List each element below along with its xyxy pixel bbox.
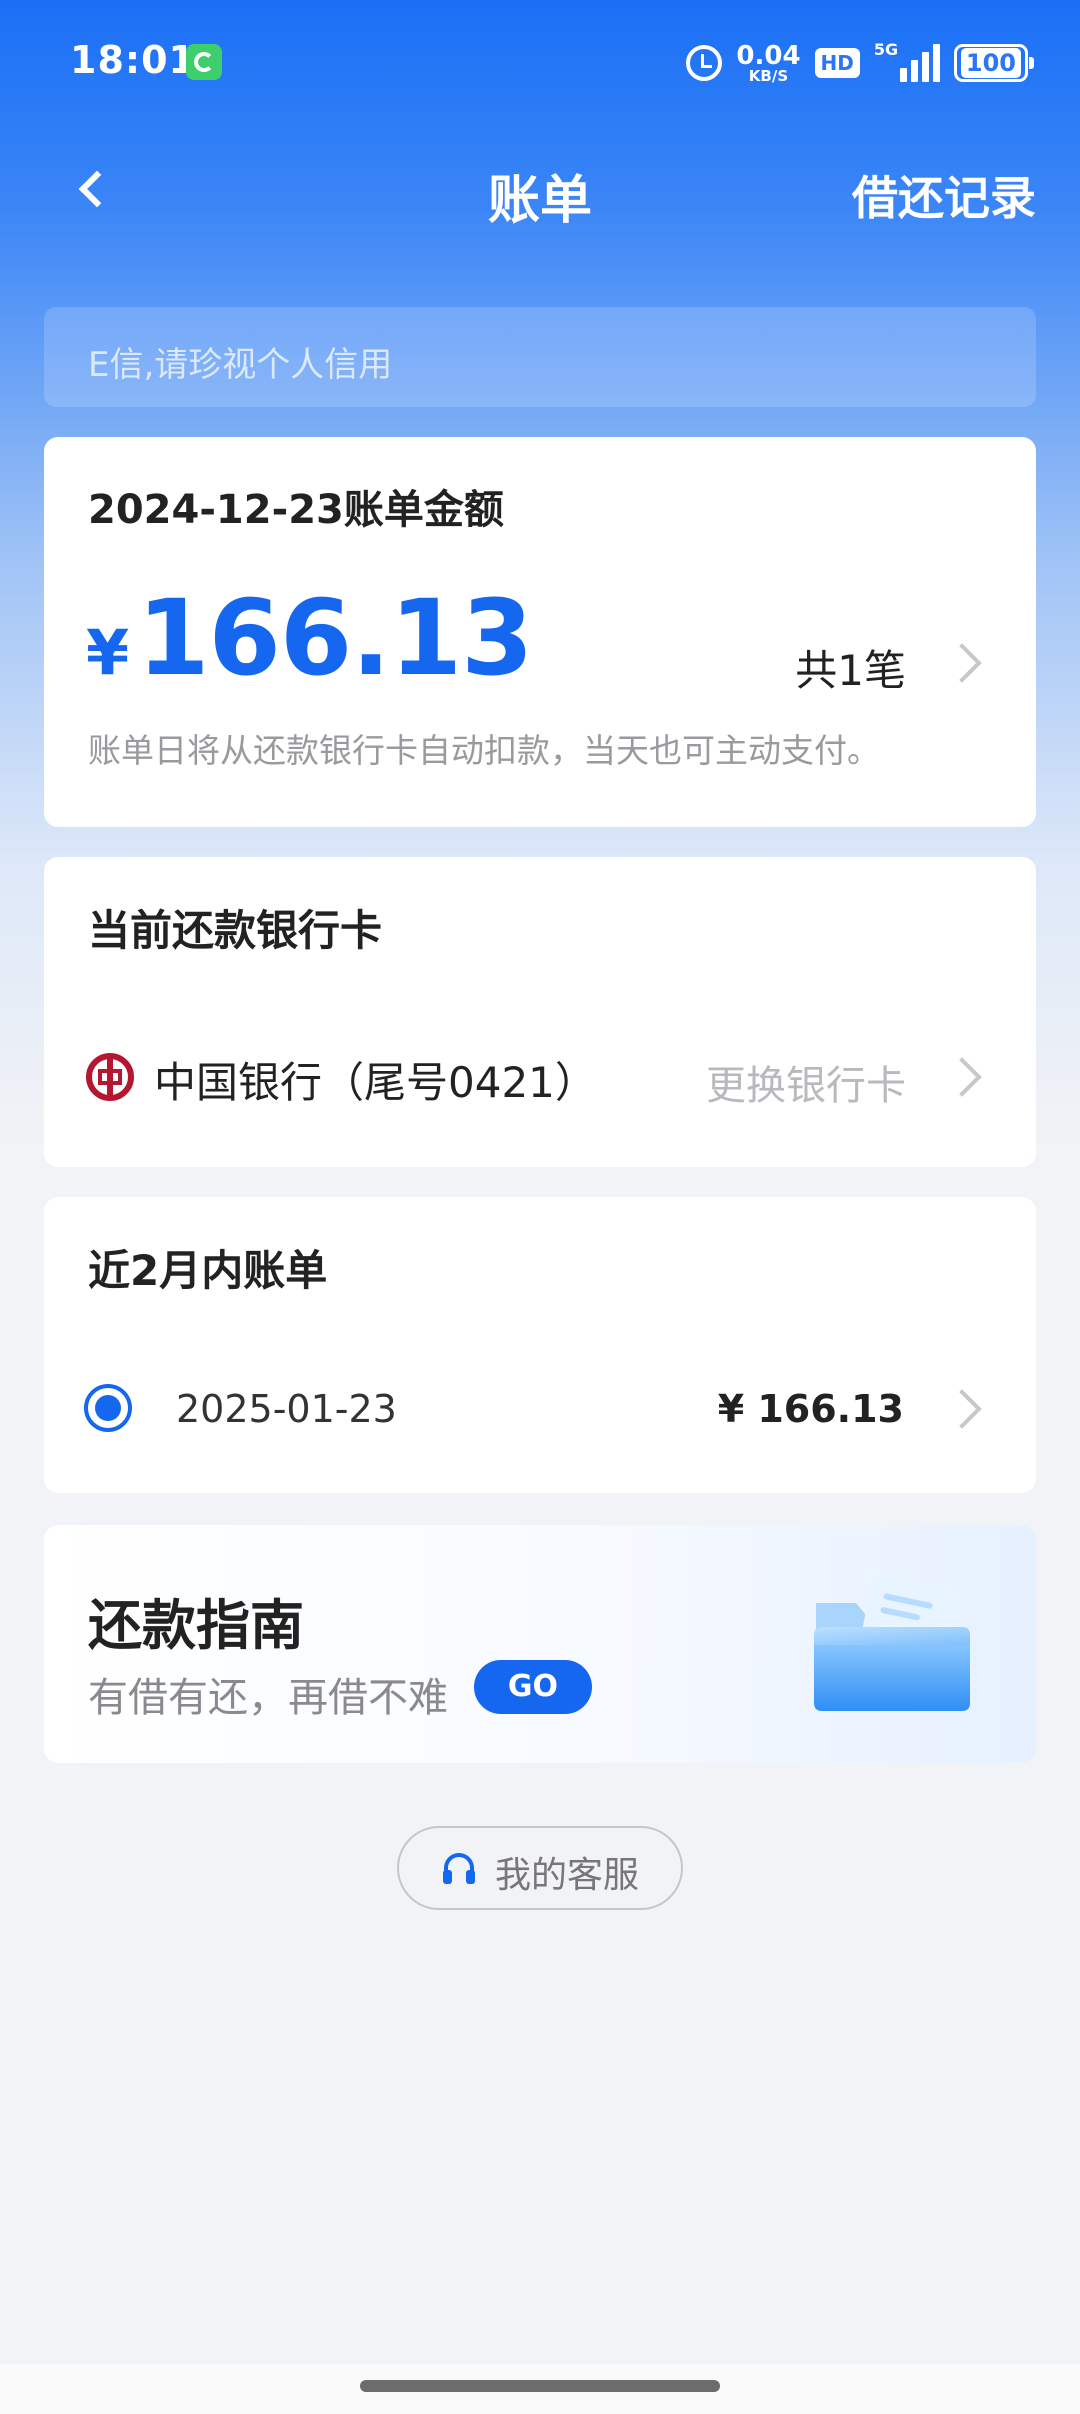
folder-illustration-icon [814, 1573, 970, 1711]
recent-bill-amount: ¥ 166.13 [717, 1387, 904, 1431]
repayment-guide-banner[interactable]: 还款指南 有借有还，再借不难 GO [44, 1525, 1036, 1763]
alarm-icon [686, 45, 723, 81]
bank-card-name: 中国银行（尾号0421） [154, 1058, 597, 1107]
network-speed-unit: KB/S [748, 66, 789, 85]
bill-count: 共1笔 [795, 646, 906, 695]
recent-bills-title: 近2月内账单 [88, 1246, 328, 1295]
status-time: 18:01 [70, 38, 196, 82]
bill-amount-card[interactable]: 2024-12-23账单金额 ¥ 166.13 共1笔 账单日将从还款银行卡自动… [44, 437, 1036, 827]
bill-amount-value: 166.13 [137, 577, 533, 699]
change-bank-card-button[interactable]: 更换银行卡 [706, 1053, 906, 1111]
headset-icon [443, 1853, 475, 1884]
bill-autopay-note: 账单日将从还款银行卡自动扣款，当天也可主动支付。 [88, 731, 880, 770]
chevron-right-icon [942, 1389, 982, 1429]
app-notification-icon [186, 44, 222, 80]
hd-icon: HD [814, 48, 860, 78]
signal-icon: 5G [874, 40, 940, 82]
chevron-right-icon [942, 1057, 982, 1097]
guide-subtitle: 有借有还，再借不难 [88, 1675, 448, 1721]
credit-notice-text: E信,请珍视个人信用 [88, 345, 393, 385]
currency-symbol: ¥ [86, 616, 130, 689]
network-type-label: 5G [873, 40, 899, 59]
system-navigation-bar [0, 2364, 1080, 2414]
chevron-right-icon [942, 643, 982, 683]
bank-of-china-logo-icon [86, 1053, 134, 1101]
recent-bills-section: 近2月内账单 2025-01-23 ¥ 166.13 [44, 1197, 1036, 1493]
repayment-bank-card-section: 当前还款银行卡 中国银行（尾号0421） 更换银行卡 [44, 857, 1036, 1167]
network-speed-value: 0.04 [736, 40, 801, 71]
bank-card-section-title: 当前还款银行卡 [88, 906, 383, 955]
status-bar: 18:01 0.04 KB/S HD 5G 100 [0, 0, 1080, 128]
network-speed: 0.04 KB/S [736, 43, 800, 84]
credit-notice-bar: E信,请珍视个人信用 [44, 307, 1036, 407]
customer-service-button[interactable]: 我的客服 [397, 1826, 683, 1910]
bank-card-row[interactable]: 中国银行（尾号0421） 更换银行卡 [44, 1037, 1036, 1117]
battery-level: 100 [960, 48, 1021, 78]
customer-service-label: 我的客服 [495, 1855, 640, 1896]
borrow-repay-records-link[interactable]: 借还记录 [852, 162, 1036, 228]
bill-select-radio[interactable] [84, 1384, 132, 1432]
bill-amount: ¥ 166.13 [86, 577, 533, 699]
recent-bill-date: 2025-01-23 [176, 1387, 397, 1431]
guide-title: 还款指南 [88, 1594, 304, 1657]
go-button[interactable]: GO [474, 1660, 592, 1714]
list-item[interactable]: 2025-01-23 ¥ 166.13 [44, 1357, 1036, 1457]
bill-title: 2024-12-23账单金额 [88, 487, 504, 533]
battery-icon: 100 [953, 44, 1035, 82]
home-indicator[interactable] [360, 2380, 720, 2392]
status-indicators: 0.04 KB/S HD 5G 100 [686, 38, 1035, 88]
